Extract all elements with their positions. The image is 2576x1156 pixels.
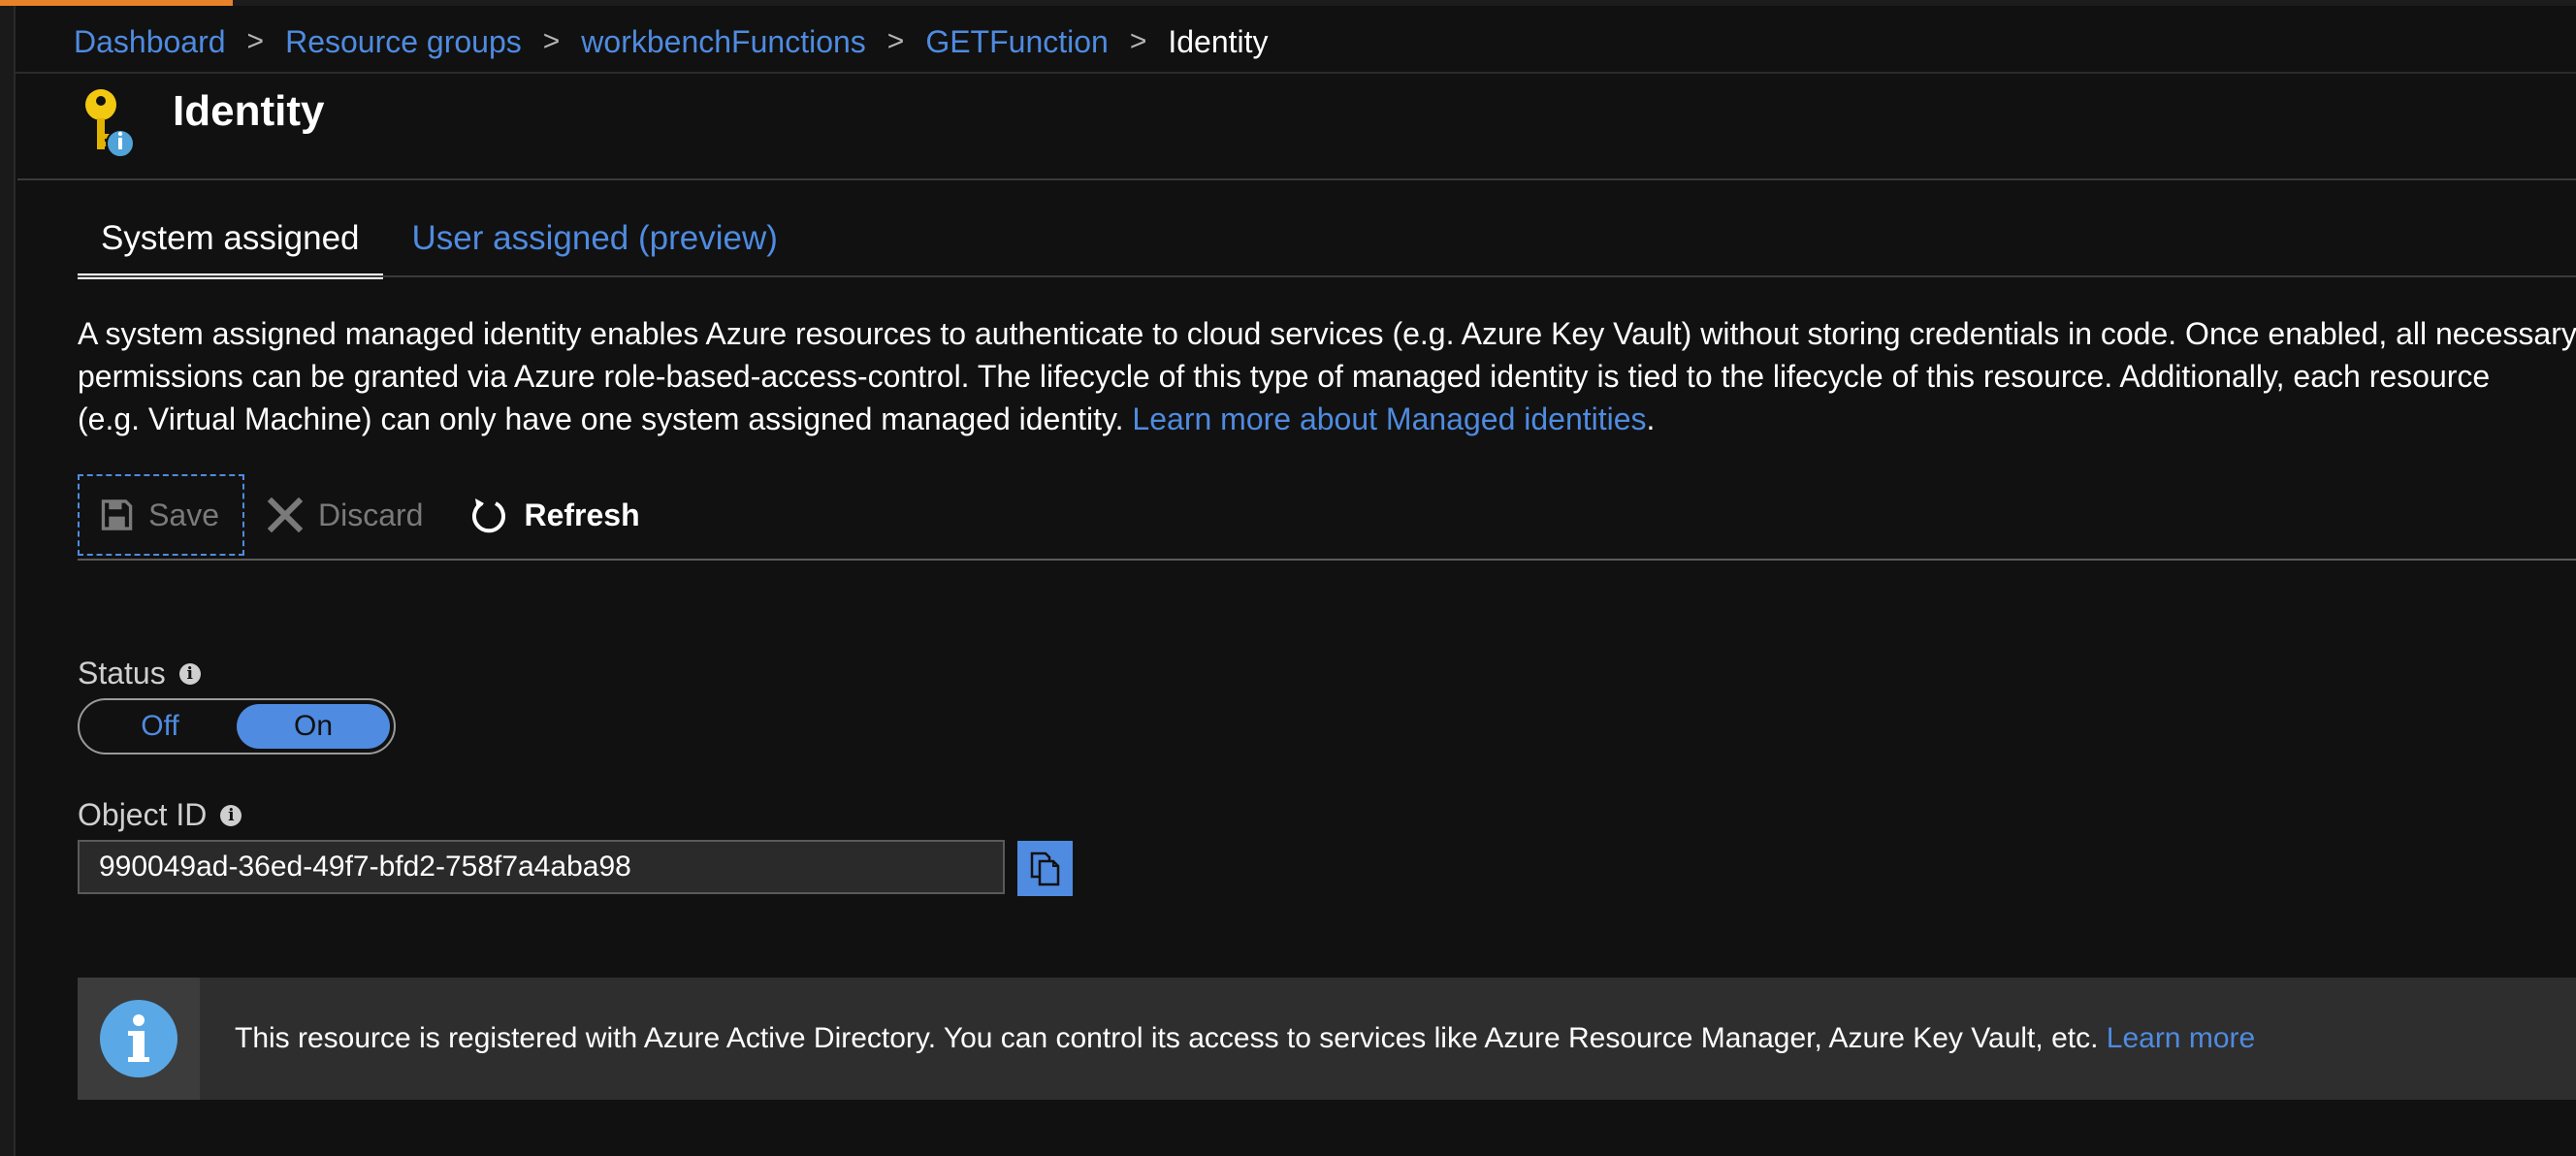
refresh-label: Refresh [524, 497, 640, 532]
command-bar-divider [78, 559, 2576, 561]
tab-user-assigned[interactable]: User assigned (preview) [389, 213, 801, 279]
info-banner: This resource is registered with Azure A… [78, 978, 2576, 1100]
page-title: Identity [173, 87, 325, 135]
status-off-option[interactable]: Off [83, 704, 237, 749]
identity-tabs: System assigned User assigned (preview) [78, 213, 801, 279]
info-circle-icon [100, 1000, 177, 1077]
banner-icon-container [78, 978, 200, 1100]
status-toggle[interactable]: Off On [78, 698, 396, 755]
tabs-divider [78, 275, 2576, 277]
header-divider [17, 178, 2576, 180]
breadcrumb-current: Identity [1168, 23, 1269, 59]
tab-system-assigned[interactable]: System assigned [78, 213, 383, 279]
refresh-icon [472, 498, 506, 533]
breadcrumb-separator: > [1129, 25, 1147, 57]
banner-text: This resource is registered with Azure A… [235, 1022, 2107, 1054]
breadcrumb-separator: > [246, 25, 265, 57]
top-bar [233, 0, 2576, 6]
breadcrumb-resource-group[interactable]: workbenchFunctions [581, 24, 865, 60]
banner-message: This resource is registered with Azure A… [235, 1022, 2255, 1055]
refresh-button[interactable]: Refresh [469, 474, 640, 556]
top-accent-bar [0, 0, 233, 6]
breadcrumb-dashboard[interactable]: Dashboard [74, 24, 226, 60]
command-bar: Save Discard Refresh [78, 473, 640, 557]
breadcrumb-separator: > [886, 25, 905, 57]
description-line: permissions can be granted via Azure rol… [78, 359, 2491, 394]
description-trailing: . [1646, 401, 1656, 436]
breadcrumb-function-app[interactable]: GETFunction [925, 24, 1109, 60]
blade-header: Identity [80, 85, 324, 173]
description-line-with-link: (e.g. Virtual Machine) can only have one… [78, 398, 2576, 440]
object-id-field[interactable] [78, 840, 1005, 894]
description-text: A system assigned managed identity enabl… [78, 312, 2576, 440]
breadcrumb-resource-groups[interactable]: Resource groups [285, 24, 522, 60]
breadcrumb: Dashboard > Resource groups > workbenchF… [74, 19, 1269, 64]
info-icon[interactable]: i [220, 804, 242, 826]
description-line: A system assigned managed identity enabl… [78, 316, 2576, 351]
breadcrumb-separator: > [542, 25, 561, 57]
object-id-label: Object ID [78, 797, 208, 832]
save-button[interactable]: Save [78, 474, 244, 556]
save-icon [101, 499, 133, 530]
info-icon[interactable]: i [178, 662, 201, 685]
left-rail [0, 0, 16, 1156]
object-id-label-row: Object ID i [78, 797, 242, 833]
description-line: (e.g. Virtual Machine) can only have one… [78, 401, 1133, 436]
status-label: Status [78, 656, 166, 690]
identity-blade-page: Dashboard > Resource groups > workbenchF… [0, 0, 2576, 1156]
status-label-row: Status i [78, 656, 201, 691]
copy-to-clipboard-button[interactable] [1017, 841, 1073, 896]
discard-label: Discard [318, 497, 424, 532]
discard-button[interactable]: Discard [268, 474, 423, 556]
banner-learn-more-link[interactable]: Learn more [2107, 1022, 2255, 1054]
copy-icon [1030, 851, 1059, 885]
status-on-option[interactable]: On [237, 704, 390, 749]
breadcrumb-divider [14, 72, 2576, 74]
save-label: Save [148, 497, 219, 532]
learn-more-managed-identities-link[interactable]: Learn more about Managed identities [1132, 401, 1646, 436]
key-identity-icon [85, 89, 135, 158]
discard-icon [268, 498, 303, 532]
